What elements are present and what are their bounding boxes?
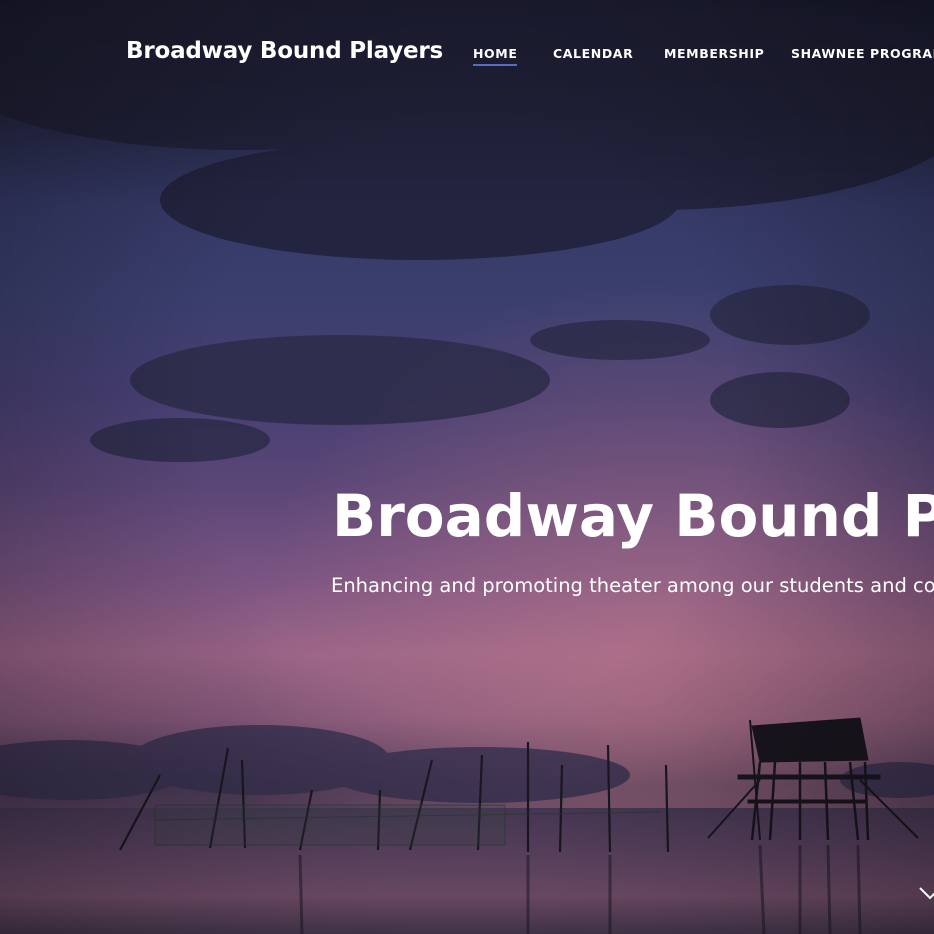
background-overlay [0, 0, 934, 934]
nav-item-home[interactable]: HOME [473, 46, 518, 66]
hero-subtitle: Enhancing and promoting theater among ou… [331, 574, 934, 597]
nav-item-membership[interactable]: MEMBERSHIP [664, 46, 764, 61]
hero-title: Broadway Bound Players [332, 482, 934, 550]
site-brand-link[interactable]: Broadway Bound Players [126, 38, 443, 64]
main-nav: HOME CALENDAR MEMBERSHIP SHAWNEE PROGRAM [473, 46, 934, 70]
nav-item-shawnee-program[interactable]: SHAWNEE PROGRAM [791, 46, 934, 61]
chevron-down-icon [919, 887, 934, 900]
scroll-down-button[interactable] [916, 880, 934, 910]
site-header: Broadway Bound Players HOME CALENDAR MEM… [0, 0, 934, 108]
hero-section: Broadway Bound Players HOME CALENDAR MEM… [0, 0, 934, 934]
nav-item-calendar[interactable]: CALENDAR [553, 46, 633, 61]
